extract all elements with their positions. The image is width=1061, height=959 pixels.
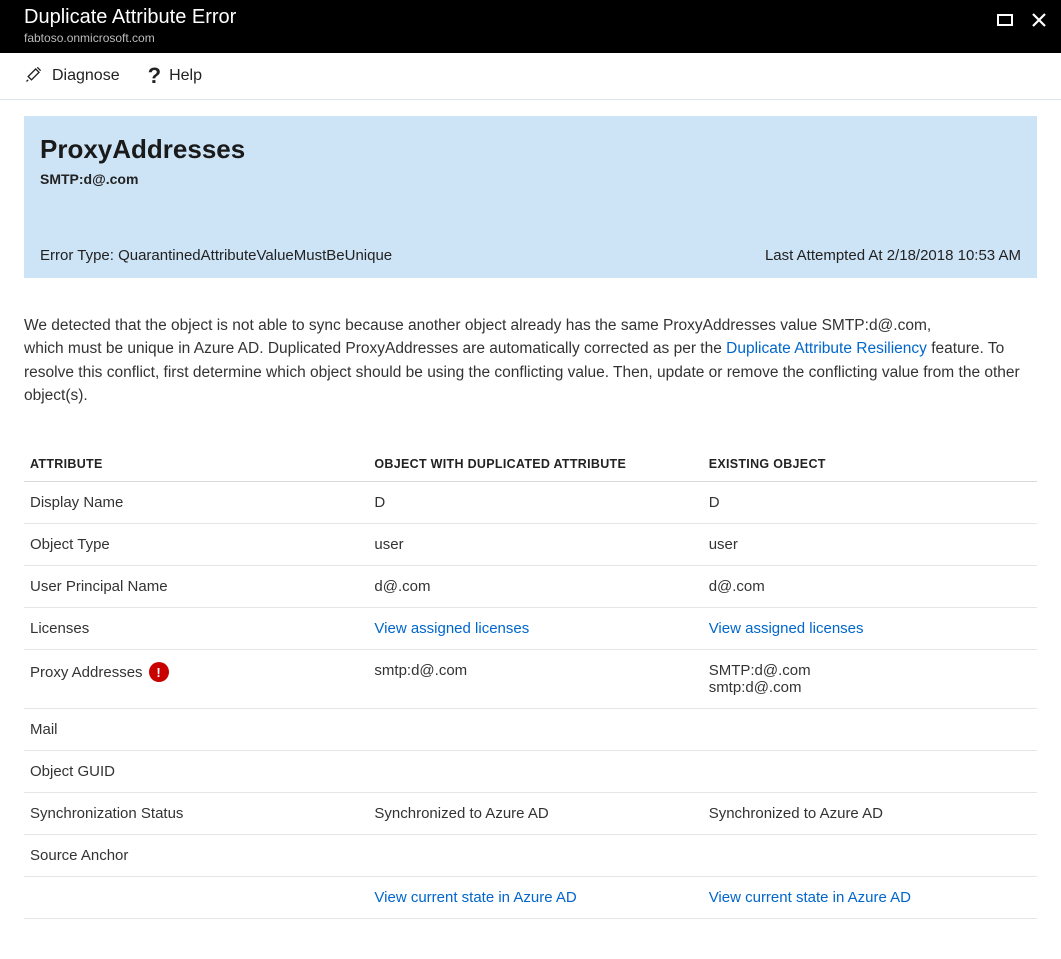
tenant-subtitle: fabtoso.onmicrosoft.com <box>24 31 236 45</box>
col-dup: OBJECT WITH DUPLICATED ATTRIBUTE <box>368 447 702 482</box>
content: ProxyAddresses SMTP:d@.com Error Type: Q… <box>0 100 1061 959</box>
attr-dup: Synchronized to Azure AD <box>368 793 702 835</box>
attr-existing: SMTP:d@.com smtp:d@.com <box>703 650 1037 709</box>
attr-existing: user <box>703 524 1037 566</box>
banner-subtitle: SMTP:d@.com <box>40 171 1021 187</box>
attr-label: Display Name <box>24 482 368 524</box>
table-row: Display Name D D <box>24 482 1037 524</box>
maximize-icon[interactable] <box>995 10 1015 30</box>
last-attempted-label: Last Attempted At 2/18/2018 10:53 AM <box>765 247 1021 264</box>
col-existing: EXISTING OBJECT <box>703 447 1037 482</box>
attr-dup <box>368 835 702 877</box>
attr-existing: D <box>703 482 1037 524</box>
attributes-table: ATTRIBUTE OBJECT WITH DUPLICATED ATTRIBU… <box>24 447 1037 919</box>
view-licenses-link-existing[interactable]: View assigned licenses <box>709 620 864 637</box>
table-row: Licenses View assigned licenses View ass… <box>24 608 1037 650</box>
attr-label: Object Type <box>24 524 368 566</box>
attr-label <box>24 877 368 919</box>
attr-label: User Principal Name <box>24 566 368 608</box>
error-icon: ! <box>149 662 169 682</box>
attr-label: Proxy Addresses <box>30 664 143 681</box>
attr-existing: d@.com <box>703 566 1037 608</box>
attr-dup: smtp:d@.com <box>368 650 702 709</box>
close-icon[interactable] <box>1029 10 1049 30</box>
table-row: View current state in Azure AD View curr… <box>24 877 1037 919</box>
attr-label: Synchronization Status <box>24 793 368 835</box>
description-text: We detected that the object is not able … <box>24 314 1037 407</box>
desc-part2: which must be unique in Azure AD. Duplic… <box>24 340 726 357</box>
attr-dup <box>368 751 702 793</box>
col-attribute: ATTRIBUTE <box>24 447 368 482</box>
view-state-link-existing[interactable]: View current state in Azure AD <box>709 889 911 906</box>
titlebar-left: Duplicate Attribute Error fabtoso.onmicr… <box>24 6 236 45</box>
table-row: Proxy Addresses ! smtp:d@.com SMTP:d@.co… <box>24 650 1037 709</box>
banner-footer: Error Type: QuarantinedAttributeValueMus… <box>40 247 1021 264</box>
table-row: Synchronization Status Synchronized to A… <box>24 793 1037 835</box>
proxy-existing-line1: SMTP:d@.com <box>709 662 1031 679</box>
attr-label: Source Anchor <box>24 835 368 877</box>
table-row: User Principal Name d@.com d@.com <box>24 566 1037 608</box>
banner-title: ProxyAddresses <box>40 134 1021 165</box>
attr-label: Mail <box>24 709 368 751</box>
attr-existing <box>703 835 1037 877</box>
attr-dup: D <box>368 482 702 524</box>
question-icon: ? <box>148 63 161 89</box>
attr-label: Object GUID <box>24 751 368 793</box>
help-button[interactable]: ? Help <box>148 63 202 89</box>
attr-dup <box>368 709 702 751</box>
error-banner: ProxyAddresses SMTP:d@.com Error Type: Q… <box>24 116 1037 278</box>
desc-part1: We detected that the object is not able … <box>24 317 931 334</box>
attr-existing <box>703 709 1037 751</box>
error-type-label: Error Type: QuarantinedAttributeValueMus… <box>40 247 392 264</box>
window-controls <box>995 6 1049 30</box>
toolbar: Diagnose ? Help <box>0 53 1061 100</box>
attr-label: Licenses <box>24 608 368 650</box>
proxy-existing-line2: smtp:d@.com <box>709 679 1031 696</box>
table-row: Object GUID <box>24 751 1037 793</box>
view-state-link-dup[interactable]: View current state in Azure AD <box>374 889 576 906</box>
attr-dup: d@.com <box>368 566 702 608</box>
table-row: Source Anchor <box>24 835 1037 877</box>
resiliency-link[interactable]: Duplicate Attribute Resiliency <box>726 340 927 357</box>
view-licenses-link-dup[interactable]: View assigned licenses <box>374 620 529 637</box>
table-row: Object Type user user <box>24 524 1037 566</box>
diagnose-label: Diagnose <box>52 67 120 85</box>
window-title: Duplicate Attribute Error <box>24 6 236 29</box>
table-row: Mail <box>24 709 1037 751</box>
attr-existing <box>703 751 1037 793</box>
titlebar: Duplicate Attribute Error fabtoso.onmicr… <box>0 0 1061 53</box>
help-label: Help <box>169 67 202 85</box>
attr-dup: user <box>368 524 702 566</box>
wrench-icon <box>24 64 44 89</box>
attr-existing: Synchronized to Azure AD <box>703 793 1037 835</box>
diagnose-button[interactable]: Diagnose <box>24 64 120 89</box>
